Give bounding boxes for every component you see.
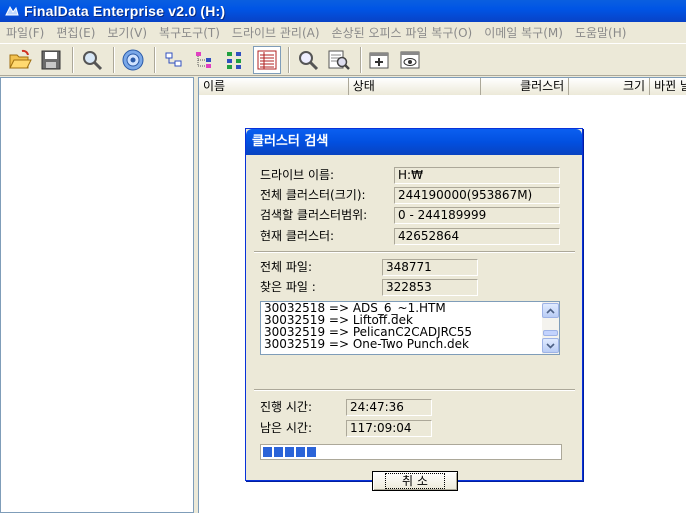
chevron-down-icon [546,342,555,349]
tree-branch-button[interactable] [191,46,219,74]
current-cluster-value: 42652864 [394,228,560,245]
progress-block [307,447,316,457]
scroll-down-button[interactable] [542,338,559,353]
scroll-thumb[interactable] [543,330,558,336]
list-view-icon [257,50,277,69]
list-header: 이름 상태 클러스터 크기 바뀐 날짜 [199,78,686,95]
cluster-search-dialog: 클러스터 검색 드라이브 이름: H:₩ 전체 클러스터(크기): 244190… [245,128,583,491]
menu-view[interactable]: 보기(V) [101,24,153,41]
search-progress-bar [260,444,562,460]
search-button[interactable] [78,46,106,74]
search-range-label: 검색할 클러스터범위: [260,208,368,222]
save-button[interactable] [37,46,65,74]
open-button[interactable] [6,46,34,74]
settings-gear-icon [122,49,144,70]
tree-small-button[interactable] [160,46,188,74]
elapsed-time-label: 진행 시간: [260,400,313,414]
recovered-files-log[interactable]: 30032518 => ADS_6_~1.HTM 30032519 => Lif… [260,301,560,355]
zoom-page-button[interactable] [325,46,353,74]
menu-email-recovery[interactable]: 이메일 복구(M) [478,24,569,41]
preview-button[interactable] [397,46,425,74]
column-header-size[interactable]: 크기 [569,78,651,95]
magnify-button[interactable] [294,46,322,74]
menu-edit[interactable]: 편집(E) [50,24,101,41]
dialog-title: 클러스터 검색 [246,129,582,155]
tree-branch-icon [196,51,211,68]
total-files-label: 전체 파일: [260,260,313,274]
progress-block [296,447,305,457]
tree-list-icon [227,51,241,69]
dialog-body: 드라이브 이름: H:₩ 전체 클러스터(크기): 244190000(9538… [246,155,582,491]
scroll-up-button[interactable] [542,303,559,318]
app-icon [5,5,19,16]
toolbar [0,43,686,76]
menu-bar: 파일(F) 편집(E) 보기(V) 복구도구(T) 드라이브 관리(A) 손상된… [0,22,686,43]
search-icon [83,50,103,70]
menu-drive-management[interactable]: 드라이브 관리(A) [226,24,326,41]
column-header-modified-date[interactable]: 바뀐 날짜 [650,78,686,95]
total-files-value: 348771 [382,259,478,276]
open-folder-icon [9,49,32,68]
settings-button[interactable] [119,46,147,74]
remaining-time-label: 남은 시간: [260,421,313,435]
tree-small-icon [165,52,182,66]
current-cluster-label: 현재 클러스터: [260,229,335,243]
log-lines: 30032518 => ADS_6_~1.HTM 30032519 => Lif… [264,302,542,350]
folder-tree-pane[interactable] [0,77,194,513]
column-header-name[interactable]: 이름 [199,78,349,95]
found-files-label: 찾은 파일 : [260,280,316,294]
cancel-button-label: 취 소 [385,473,445,489]
title-bar: FinalData Enterprise v2.0 (H:) [0,0,686,22]
elapsed-time-value: 24:47:36 [346,399,432,416]
toolbar-separator [360,46,362,73]
dialog-separator [254,251,575,253]
search-range-value: 0 - 244189999 [394,207,560,224]
drive-name-value: H:₩ [394,167,560,184]
log-line: 30032519 => One-Two Punch.dek [264,337,469,351]
column-header-cluster[interactable]: 클러스터 [481,78,570,95]
zoom-page-icon [328,50,350,70]
menu-file[interactable]: 파일(F) [0,24,50,41]
cancel-button[interactable]: 취 소 [372,471,458,491]
menu-help[interactable]: 도움말(H) [569,24,633,41]
chevron-up-icon [546,307,555,314]
toolbar-separator [288,46,290,73]
window-title: FinalData Enterprise v2.0 (H:) [24,3,226,19]
toolbar-separator [72,46,74,73]
found-files-value: 322853 [382,279,478,296]
dialog-separator [254,389,575,391]
new-window-button[interactable] [366,46,394,74]
progress-block [285,447,294,457]
drive-name-label: 드라이브 이름: [260,168,335,182]
magnify-icon [299,50,319,70]
tree-list-button[interactable] [222,46,250,74]
menu-office-recovery[interactable]: 손상된 오피스 파일 복구(O) [326,24,479,41]
preview-eye-icon [400,51,420,68]
total-cluster-value: 244190000(953867M) [394,187,560,204]
progress-block [263,447,272,457]
list-view-button[interactable] [253,45,281,74]
toolbar-separator [113,46,115,73]
column-header-status[interactable]: 상태 [348,78,482,95]
menu-recovery-tools[interactable]: 복구도구(T) [153,24,226,41]
remaining-time-value: 117:09:04 [346,420,432,437]
save-icon [41,50,61,69]
total-cluster-label: 전체 클러스터(크기): [260,188,366,202]
log-scrollbar[interactable] [542,302,559,354]
progress-block [274,447,283,457]
window-add-icon [369,52,389,68]
progress-fill [263,447,318,457]
toolbar-separator [154,46,156,73]
